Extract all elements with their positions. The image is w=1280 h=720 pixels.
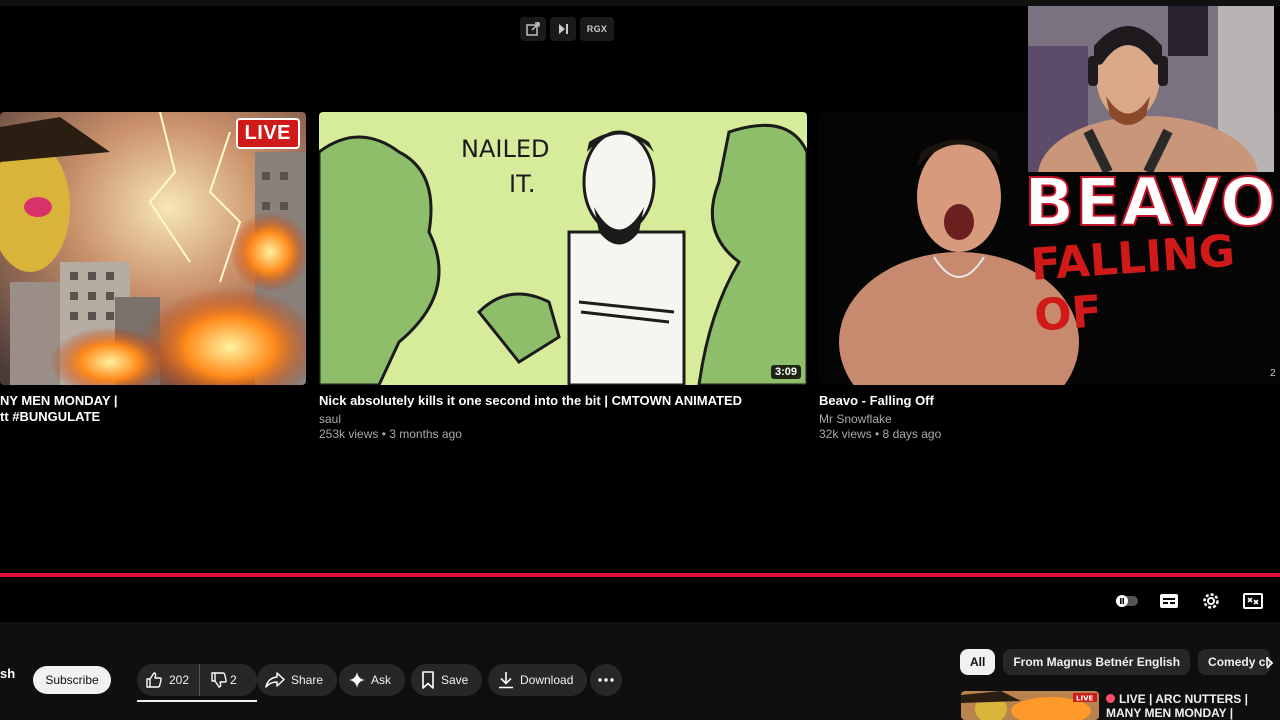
chip-all[interactable]: All — [960, 649, 996, 675]
like-count: 202 — [169, 673, 190, 687]
save-button[interactable]: Save — [411, 664, 483, 696]
autoplay-toggle-icon[interactable] — [1116, 590, 1138, 612]
more-actions-button[interactable] — [590, 664, 622, 696]
recommendation-live-badge: LIVE — [1076, 695, 1093, 703]
recommendation-title: LIVE | ARC NUTTERS | MANY MEN MONDAY | — [1106, 692, 1248, 720]
ask-label: Ask — [371, 673, 392, 687]
player-controls — [1116, 590, 1264, 612]
like-button[interactable]: 202 — [137, 664, 201, 696]
download-icon — [499, 672, 513, 689]
thumbs-down-icon — [211, 672, 227, 688]
rgx-button[interactable]: RGX — [580, 17, 614, 41]
channel-name[interactable]: Mr Snowflake — [819, 412, 892, 427]
video-thumbnail[interactable]: NAILED IT. 3:09 — [319, 112, 807, 385]
download-button[interactable]: Download — [488, 664, 588, 696]
like-ratio-bar — [137, 700, 257, 702]
live-badge: LIVE — [235, 118, 300, 149]
skip-next-icon[interactable] — [550, 17, 576, 41]
svg-text:NAILED: NAILED — [461, 135, 549, 163]
sparkle-icon — [349, 672, 365, 688]
recommendation-title-row[interactable]: LIVE | ARC NUTTERS | MANY MEN MONDAY | — [1106, 692, 1274, 720]
like-dislike-group: 202 2 — [137, 664, 257, 696]
channel-name-fragment[interactable]: sh — [0, 666, 15, 681]
dislike-count: 2 — [230, 673, 237, 687]
chip-from-channel[interactable]: From Magnus Betnér English — [1003, 649, 1191, 675]
live-dot-icon — [1106, 694, 1115, 703]
more-dots-icon — [598, 678, 614, 682]
chevron-right-icon[interactable] — [1262, 654, 1278, 672]
miniplayer-icon[interactable] — [1242, 590, 1264, 612]
subtitles-icon[interactable] — [1158, 590, 1180, 612]
settings-gear-icon[interactable] — [1200, 590, 1222, 612]
recommendation-thumbnail[interactable]: LIVE — [961, 691, 1099, 720]
thumbnail-text: FALLING OF — [1029, 225, 1237, 342]
ask-button[interactable]: Ask — [339, 664, 406, 696]
save-label: Save — [441, 673, 469, 687]
popout-icon[interactable] — [520, 17, 546, 41]
video-meta: 253k views • 3 months ago — [319, 427, 462, 441]
download-label: Download — [520, 673, 574, 687]
subscribe-button[interactable]: Subscribe — [33, 666, 111, 694]
video-title[interactable]: Nick absolutely kills it one second into… — [319, 392, 742, 409]
share-icon — [265, 672, 285, 688]
video-title[interactable]: Beavo - Falling Off — [819, 392, 934, 409]
video-progress-bar[interactable] — [0, 573, 1280, 577]
video-thumbnail[interactable]: LIVE — [0, 112, 306, 385]
video-meta: 32k views • 8 days ago — [819, 427, 942, 441]
filter-chips: All From Magnus Betnér English Comedy cl… — [960, 649, 1271, 675]
video-title-line2[interactable]: tt #BUNGULATE — [0, 408, 100, 425]
cut-off-duration: 2 — [1270, 368, 1276, 379]
webcam-overlay — [1028, 6, 1274, 172]
chip-comedy[interactable]: Comedy clu — [1198, 649, 1271, 675]
bookmark-icon — [422, 671, 434, 689]
share-label: Share — [291, 673, 324, 687]
share-button[interactable]: Share — [257, 664, 338, 696]
video-title-line1[interactable]: NY MEN MONDAY | — [0, 392, 118, 409]
thumbs-up-icon — [146, 672, 162, 688]
overlay-controls: RGX — [520, 17, 614, 41]
video-duration: 3:09 — [770, 365, 801, 379]
channel-name[interactable]: saul — [319, 412, 341, 427]
svg-text:IT.: IT. — [509, 170, 536, 198]
dislike-button[interactable]: 2 — [200, 664, 247, 696]
